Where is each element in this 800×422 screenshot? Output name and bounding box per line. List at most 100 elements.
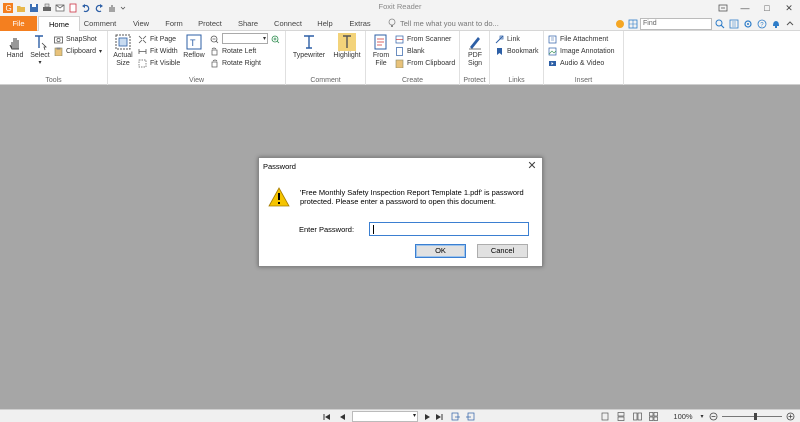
search-options-icon[interactable] (728, 17, 740, 30)
search-icon[interactable] (714, 17, 726, 30)
from-clipboard-button[interactable]: From Clipboard (395, 58, 455, 69)
zoom-dropdown-icon: ▾ (262, 36, 266, 42)
tell-me-search[interactable]: Tell me what you want to do... (388, 16, 499, 31)
fit-page-button[interactable]: Fit Page (138, 34, 176, 45)
reflow-button[interactable]: T Reflow (181, 33, 207, 60)
settings-icon[interactable] (742, 17, 754, 30)
tab-connect[interactable]: Connect (268, 16, 308, 31)
previous-page-icon[interactable] (338, 411, 347, 422)
password-input[interactable] (369, 222, 529, 236)
group-comment: Typewriter Highlight Comment (286, 31, 366, 85)
fit-visible-button[interactable]: Fit Visible (138, 58, 180, 69)
next-view-icon[interactable] (464, 411, 476, 422)
lightbulb-icon (388, 18, 396, 30)
clipboard-button[interactable]: Clipboard ▾ (54, 46, 102, 57)
tell-me-placeholder: Tell me what you want to do... (400, 19, 499, 28)
link-button[interactable]: Link (495, 34, 520, 45)
rotate-right-button[interactable]: Rotate Right (210, 58, 261, 69)
tab-view[interactable]: View (124, 16, 158, 31)
first-page-icon[interactable] (322, 411, 331, 422)
actual-size-button[interactable]: Actual Size (111, 33, 135, 68)
continuous-view-icon[interactable] (616, 411, 626, 422)
zoom-select[interactable]: ▾ (222, 33, 268, 44)
zoom-slider-thumb[interactable] (754, 413, 757, 420)
page-number-input[interactable]: ▾ (352, 411, 418, 422)
grid-icon[interactable] (627, 17, 639, 30)
print-icon[interactable] (42, 3, 52, 13)
clipboard-label: Clipboard (66, 48, 96, 55)
tab-form[interactable]: Form (158, 16, 190, 31)
restore-ribbon-icon[interactable] (712, 0, 734, 16)
minimize-button[interactable]: — (734, 0, 756, 16)
find-input[interactable]: Find (640, 18, 712, 30)
bookmark-icon (495, 47, 504, 56)
facing-view-icon[interactable] (632, 411, 642, 422)
group-view: Actual Size Fit Page Fit Width Fit Visib… (108, 31, 286, 85)
tab-home[interactable]: Home (38, 16, 80, 32)
dialog-close-button[interactable]: ✕ (526, 159, 538, 173)
collapse-ribbon-icon[interactable] (784, 17, 796, 30)
actual-size-label-2: Size (116, 60, 130, 67)
previous-view-icon[interactable] (450, 411, 462, 422)
rotate-left-button[interactable]: Rotate Left (210, 46, 256, 57)
create-group-label: Create (401, 77, 423, 84)
hand-icon (6, 33, 24, 51)
zoom-out-button[interactable] (210, 34, 219, 45)
ribbon: Hand Select ▾ SnapShot Clipboard ▾ Tools (0, 31, 800, 85)
undo-icon[interactable] (81, 3, 91, 13)
ok-button[interactable]: OK (415, 244, 466, 258)
zoom-in-button[interactable] (271, 34, 280, 45)
from-file-label-2: File (375, 60, 387, 67)
bookmark-button[interactable]: Bookmark (495, 46, 539, 57)
password-dialog: Password ✕ 'Free Monthly Safety Inspecti… (258, 157, 543, 267)
zoom-level[interactable]: 100% (670, 411, 696, 422)
select-button[interactable]: Select ▾ (28, 33, 52, 66)
properties-icon[interactable] (68, 3, 78, 13)
thumbs-up-icon[interactable] (614, 17, 626, 30)
group-links: Link Bookmark Links (490, 31, 544, 85)
zoom-out-status-icon[interactable] (708, 411, 718, 422)
notifications-icon[interactable] (770, 17, 782, 30)
tab-file[interactable]: File (0, 16, 37, 31)
typewriter-label: Typewriter (292, 52, 326, 59)
maximize-button[interactable]: □ (756, 0, 778, 16)
from-file-button[interactable]: From File (370, 33, 392, 68)
tab-protect[interactable]: Protect (192, 16, 228, 31)
audio-video-button[interactable]: Audio & Video (548, 58, 604, 69)
help-icon[interactable]: ? (756, 17, 768, 30)
image-annotation-button[interactable]: Image Annotation (548, 46, 615, 57)
from-scanner-button[interactable]: From Scanner (395, 34, 451, 45)
file-attachment-button[interactable]: File Attachment (548, 34, 608, 45)
tab-share[interactable]: Share (232, 16, 264, 31)
tab-help[interactable]: Help (312, 16, 338, 31)
tab-extras[interactable]: Extras (344, 16, 376, 31)
group-protect: PDF Sign Protect (460, 31, 490, 85)
next-page-icon[interactable] (422, 411, 431, 422)
hand-button[interactable]: Hand (3, 33, 27, 60)
zoom-level-dropdown-icon[interactable]: ▾ (698, 411, 706, 422)
last-page-icon[interactable] (434, 411, 443, 422)
snapshot-button[interactable]: SnapShot (54, 34, 97, 45)
single-page-view-icon[interactable] (600, 411, 610, 422)
zoom-slider[interactable] (722, 416, 782, 417)
hand-tool-icon[interactable] (107, 3, 117, 13)
tab-comment[interactable]: Comment (80, 16, 120, 31)
cancel-button[interactable]: Cancel (477, 244, 528, 258)
clipboard-icon (54, 47, 63, 56)
zoom-in-status-icon[interactable] (785, 411, 795, 422)
close-button[interactable]: ✕ (778, 0, 800, 16)
email-icon[interactable] (55, 3, 65, 13)
typewriter-button[interactable]: Typewriter (291, 33, 327, 60)
rotate-right-icon (210, 59, 219, 68)
customize-toolbar-icon[interactable] (120, 3, 126, 13)
fit-width-button[interactable]: Fit Width (138, 46, 178, 57)
video-icon (548, 59, 557, 68)
highlight-button[interactable]: Highlight (331, 33, 363, 60)
redo-icon[interactable] (94, 3, 104, 13)
blank-button[interactable]: Blank (395, 46, 425, 57)
continuous-facing-view-icon[interactable] (648, 411, 658, 422)
save-icon[interactable] (29, 3, 39, 13)
window-controls: — □ ✕ (712, 0, 800, 16)
pdf-sign-button[interactable]: PDF Sign (463, 33, 487, 68)
open-icon[interactable] (16, 3, 26, 13)
